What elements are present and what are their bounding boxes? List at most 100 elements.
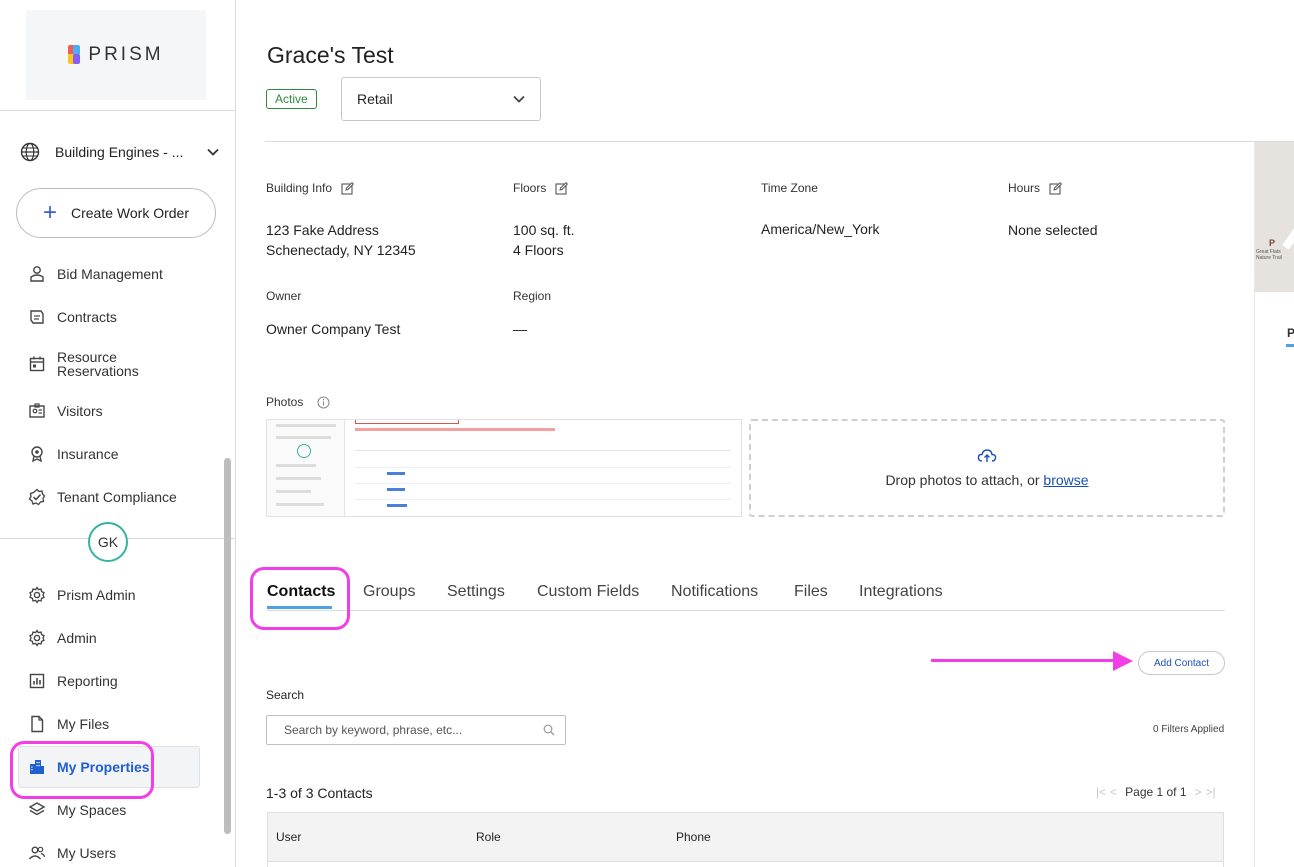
photo-mock-line [355, 467, 731, 468]
hours-label: Hours [1008, 181, 1063, 195]
nav-my-files[interactable]: My Files [28, 715, 218, 733]
shield-icon [31, 446, 43, 463]
tab-settings[interactable]: Settings [447, 583, 505, 601]
photo-sidebar-mock [267, 420, 345, 516]
page-title: Grace's Test [267, 42, 394, 68]
photo-mock-box [355, 420, 459, 424]
nav-tenant-compliance[interactable]: Tenant Compliance [28, 488, 218, 506]
tab-custom-fields[interactable]: Custom Fields [537, 583, 639, 601]
nav-prism-admin[interactable]: Prism Admin [28, 586, 218, 604]
tab-files[interactable]: Files [794, 583, 828, 601]
browse-link[interactable]: browse [1043, 472, 1088, 488]
check-badge-icon [28, 488, 46, 506]
owner-label: Owner [266, 289, 301, 303]
sidebar-scrollbar[interactable] [224, 458, 231, 834]
building-address: 123 Fake Address Schenectady, NY 12345 [266, 220, 416, 260]
org-name: Building Engines - ... [55, 144, 184, 160]
nav-label: Insurance [57, 446, 119, 462]
brand-name: PRISM [88, 44, 164, 65]
nav-my-users[interactable]: My Users [28, 844, 218, 862]
nav-bid-management[interactable]: Bid Management [28, 265, 218, 283]
add-contact-button[interactable]: Add Contact [1138, 651, 1225, 675]
property-type-select[interactable]: Retail [341, 77, 541, 121]
nav-label: Tenant Compliance [57, 489, 177, 505]
label-text: Owner [266, 289, 302, 303]
edit-icon[interactable] [1049, 181, 1063, 195]
create-work-order-label: Create Work Order [71, 205, 189, 221]
annotation-arrow-head [1113, 651, 1133, 671]
chevron-down-icon [207, 148, 219, 156]
nav-admin[interactable]: Admin [28, 629, 218, 647]
column-header-user[interactable]: User [276, 830, 301, 844]
column-header-role[interactable]: Role [476, 830, 501, 844]
nav-resource-reservations[interactable]: Resource Reservations [28, 350, 218, 378]
info-icon[interactable] [317, 396, 330, 409]
table-row[interactable] [267, 862, 1224, 867]
nav-label: Bid Management [57, 266, 163, 282]
contacts-table-header: User Role Phone [267, 812, 1224, 862]
photo-dropzone[interactable]: Drop photos to attach, or browse [749, 419, 1225, 517]
tab-notifications[interactable]: Notifications [671, 583, 758, 601]
contract-icon [30, 310, 44, 324]
nav-label: Visitors [57, 403, 103, 419]
floors-area: 100 sq. ft. [513, 222, 575, 238]
side-panel-tab[interactable]: P [1287, 326, 1294, 340]
photo-mock-line [355, 450, 731, 451]
nav-label: My Users [57, 845, 117, 861]
dropzone-text-row: Drop photos to attach, or browse [885, 472, 1088, 488]
prism-logo-icon [68, 45, 81, 65]
gear-icon [29, 629, 45, 647]
cloud-upload-icon [977, 449, 997, 462]
floors-label: Floors [513, 181, 569, 195]
tab-bar: Contacts Groups Settings Custom Fields N… [267, 583, 1225, 611]
nav-label: My Files [57, 716, 110, 732]
floors-count: 4 Floors [513, 242, 564, 258]
plus-icon: + [42, 199, 57, 226]
filters-applied[interactable]: 0 Filters Applied [1153, 724, 1224, 735]
calendar-icon [29, 356, 45, 372]
photo-mock-warning [355, 428, 555, 431]
nav-reporting[interactable]: Reporting [28, 672, 218, 690]
nav-label: Prism Admin [57, 587, 136, 603]
photo-mock-link [387, 488, 405, 491]
label-text: Floors [513, 181, 547, 195]
last-page-icon[interactable]: >| [1206, 785, 1216, 799]
badge-icon [29, 403, 45, 418]
property-photo[interactable] [266, 419, 742, 517]
edit-icon[interactable] [555, 181, 569, 195]
column-header-phone[interactable]: Phone [676, 830, 711, 844]
tab-integrations[interactable]: Integrations [859, 583, 943, 601]
contacts-count: 1-3 of 3 Contacts [266, 785, 373, 801]
highlight-contacts-tab [250, 567, 350, 630]
search-input[interactable]: Search by keyword, phrase, etc... [266, 715, 566, 745]
first-page-icon[interactable]: |< [1096, 785, 1106, 799]
search-icon [543, 724, 555, 736]
nav-insurance[interactable]: Insurance [28, 445, 218, 463]
map-thumbnail[interactable]: P Great Flats Nature Trail [1255, 142, 1294, 292]
nav-contracts[interactable]: Contracts [28, 308, 218, 326]
globe-icon [20, 142, 40, 162]
logo: PRISM [26, 10, 206, 100]
divider [0, 110, 236, 111]
hours-value: None selected [1008, 222, 1098, 238]
edit-icon[interactable] [341, 181, 355, 195]
address-line: 123 Fake Address [266, 222, 379, 238]
prev-page-icon[interactable]: < [1110, 785, 1117, 799]
label-text: Time Zone [761, 181, 818, 195]
nav-my-spaces[interactable]: My Spaces [28, 801, 218, 819]
next-page-icon[interactable]: > [1195, 785, 1202, 799]
timezone-label: Time Zone [761, 181, 818, 195]
avatar[interactable]: GK [88, 522, 128, 562]
floors-value: 100 sq. ft. 4 Floors [513, 220, 574, 260]
layers-icon [28, 802, 46, 816]
photo-mock-link [387, 472, 405, 475]
photo-mock-line [355, 483, 731, 484]
gear-icon [29, 586, 45, 604]
create-work-order-button[interactable]: + Create Work Order [16, 188, 216, 238]
nav-visitors[interactable]: Visitors [28, 402, 218, 420]
tab-groups[interactable]: Groups [363, 583, 415, 601]
nav-label: Resource Reservations [57, 349, 139, 379]
chevron-down-icon [513, 95, 525, 103]
org-selector[interactable]: Building Engines - ... [20, 140, 220, 164]
label-text: Region [513, 289, 552, 303]
